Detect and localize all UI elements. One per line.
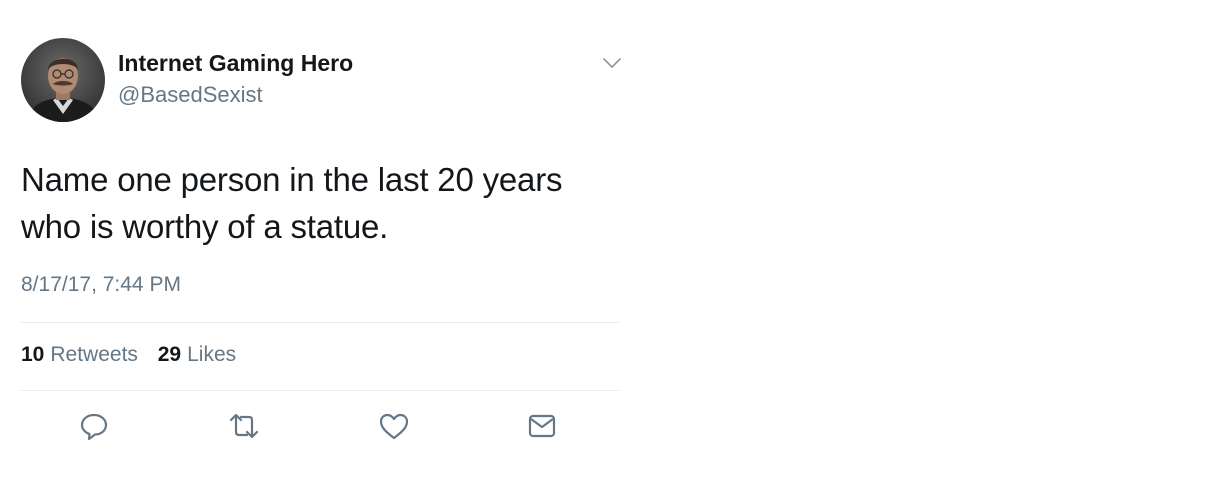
- divider: [21, 322, 619, 323]
- tweet-text: Name one person in the last 20 years who…: [21, 156, 621, 250]
- direct-message-button[interactable]: [524, 408, 560, 444]
- envelope-icon: [528, 414, 556, 438]
- retweet-button[interactable]: [226, 408, 262, 444]
- like-button[interactable]: [376, 408, 412, 444]
- retweets-label: Retweets: [50, 343, 138, 366]
- engagement-stats: 10 Retweets 29 Likes: [21, 343, 250, 367]
- reply-button[interactable]: [76, 408, 112, 444]
- tweet-text-line: who is worthy of a statue.: [21, 208, 389, 245]
- heart-icon: [379, 413, 409, 440]
- chevron-down-icon[interactable]: [601, 56, 623, 70]
- tweet-card: Internet Gaming Hero @BasedSexist Name o…: [0, 0, 1220, 488]
- likes-count: 29: [157, 343, 182, 366]
- display-name[interactable]: Internet Gaming Hero: [118, 50, 353, 77]
- likes-label: Likes: [187, 343, 237, 366]
- timestamp[interactable]: 8/17/17, 7:44 PM: [21, 273, 181, 297]
- reply-icon: [80, 413, 108, 441]
- likes-stat[interactable]: 29 Likes: [158, 343, 236, 367]
- divider: [21, 390, 619, 391]
- tweet-text-line: Name one person in the last 20 years: [21, 161, 563, 198]
- avatar-portrait-image: [21, 38, 105, 122]
- retweet-icon: [229, 413, 259, 439]
- retweets-count: 10: [21, 343, 45, 366]
- retweets-stat[interactable]: 10 Retweets: [21, 343, 138, 367]
- avatar[interactable]: [21, 38, 105, 122]
- user-handle[interactable]: @BasedSexist: [118, 82, 263, 108]
